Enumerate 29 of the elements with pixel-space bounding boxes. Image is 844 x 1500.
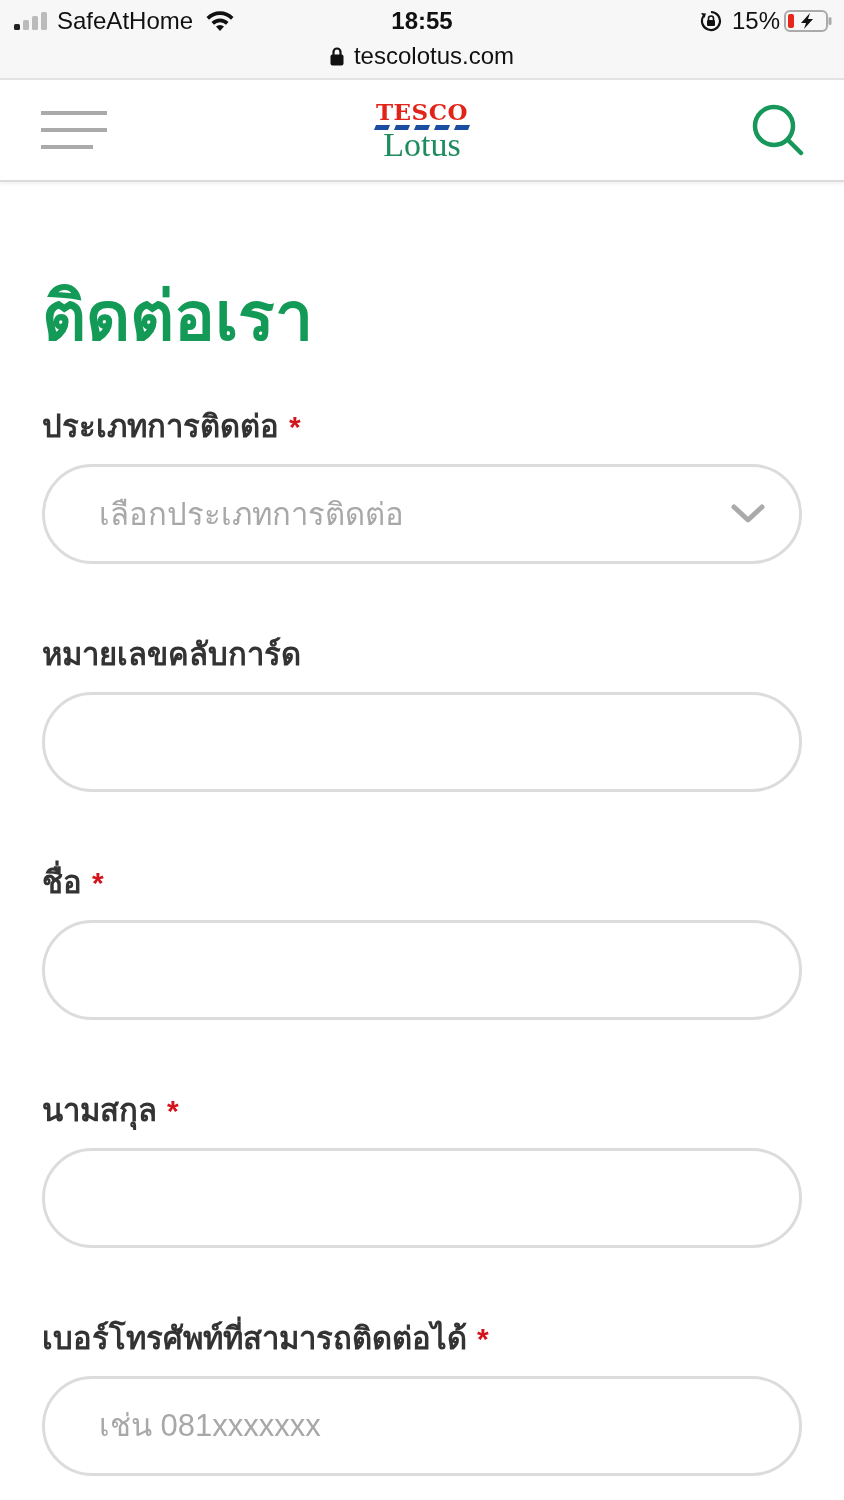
rotation-lock-icon (699, 10, 722, 32)
required-mark: * (167, 1093, 179, 1129)
page-title: ติดต่อเรา (42, 277, 314, 356)
field-label: นามสกุล (42, 1092, 157, 1132)
required-mark: * (477, 1321, 489, 1357)
wifi-icon (205, 10, 236, 32)
caret-icon (731, 504, 765, 524)
logo-text: Lotus (383, 131, 461, 159)
carrier-name: SafeAtHome (57, 7, 194, 35)
battery-charging-icon (784, 10, 832, 32)
required-mark: * (289, 409, 301, 445)
url-text: tescolotus.com (353, 42, 515, 70)
search-button[interactable] (752, 104, 804, 156)
menu-icon (41, 111, 107, 149)
signal-icon (14, 12, 48, 30)
field-label: ชื่อ (42, 860, 82, 906)
battery-percent: 15% (731, 7, 780, 35)
field-label: หมายเลขคลับการ์ด (42, 636, 301, 674)
stripes-icon (374, 125, 470, 130)
select-field[interactable]: เลือกประเภทการติดต่อ (42, 464, 802, 564)
required-mark: * (92, 865, 104, 901)
field-label: เบอร์โทรศัพท์ที่สามารถติดต่อได้ (42, 1316, 467, 1362)
lock-icon (329, 46, 344, 66)
menu-button[interactable] (41, 111, 107, 149)
status-time: 18:55 (391, 7, 453, 35)
logo-text: TESCO (375, 100, 469, 124)
search-icon (752, 104, 804, 156)
input-field[interactable]: เช่น 081xxxxxxx (42, 1376, 802, 1476)
field-label: ประเภทการติดต่อ (42, 408, 279, 446)
